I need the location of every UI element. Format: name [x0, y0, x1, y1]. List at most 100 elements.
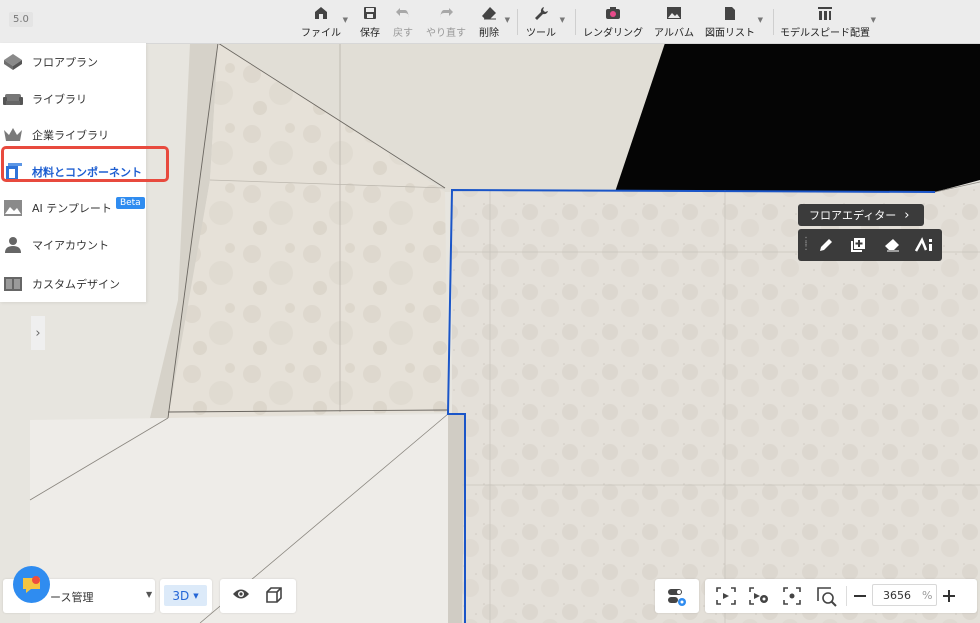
- rendering-label: レンダリング: [583, 28, 643, 39]
- chevron-right-icon: ›: [904, 207, 910, 223]
- fit-gear-icon: [749, 587, 768, 605]
- floor-editor-label: フロアエディター: [809, 209, 897, 222]
- chevron-down-icon: ▼: [193, 591, 199, 600]
- undo-button[interactable]: 戻す: [391, 0, 415, 43]
- chevron-down-icon: ▼: [559, 16, 565, 24]
- eye-icon: [233, 589, 249, 599]
- add-layer-button[interactable]: [848, 235, 868, 255]
- pencil-button[interactable]: [816, 235, 836, 255]
- tools-label: ツール: [526, 28, 556, 39]
- drawing-list-label: 図面リスト: [705, 28, 755, 39]
- cube-button[interactable]: [266, 587, 286, 605]
- home-icon: [311, 4, 331, 22]
- selection-highlight-box: [1, 146, 169, 182]
- chevron-down-icon: ▼: [342, 16, 348, 24]
- erase-button[interactable]: [882, 235, 902, 255]
- mountain-icon: [2, 197, 24, 219]
- camera-icon: [603, 4, 623, 22]
- eraser-icon: [479, 4, 499, 22]
- chat-button[interactable]: [13, 566, 50, 603]
- zoom-out-button[interactable]: [853, 587, 869, 605]
- file-label: ファイル: [301, 28, 341, 39]
- floorplan-icon: [2, 51, 24, 73]
- pencil-icon: [820, 239, 832, 251]
- fit-selection-icon: [716, 587, 736, 605]
- tools-button[interactable]: ツール ▼: [526, 0, 565, 43]
- sidebar-item-my-account[interactable]: マイアカウント: [0, 230, 146, 260]
- zoom-area-button[interactable]: [817, 587, 837, 607]
- fit-selection-button[interactable]: [716, 587, 736, 605]
- notification-dot: [32, 576, 40, 584]
- album-label: アルバム: [654, 28, 694, 39]
- display-toggle-panel: [220, 579, 296, 613]
- space-manager-label: ース管理: [50, 591, 94, 604]
- sidebar-item-label: カスタムデザイン: [32, 278, 120, 291]
- minus-icon: [854, 595, 866, 597]
- settings-panel: [655, 579, 699, 613]
- redo-button[interactable]: やり直す: [426, 0, 466, 43]
- album-button[interactable]: アルバム: [654, 0, 694, 43]
- sidebar-item-library[interactable]: ライブラリ: [0, 84, 146, 114]
- toolbar-divider: [773, 9, 774, 35]
- add-layer-icon: [851, 238, 865, 252]
- delete-label: 削除: [479, 28, 499, 39]
- sidebar-item-label: AI テンプレート: [32, 202, 112, 215]
- image-icon: [664, 4, 684, 22]
- sidebar-item-custom-design[interactable]: カスタムデザイン: [0, 269, 146, 299]
- chevron-down-icon: ▼: [757, 16, 763, 24]
- sidebar-collapse-button[interactable]: ›: [31, 316, 45, 350]
- zoom-value: 3656: [883, 588, 911, 602]
- delete-button[interactable]: 削除 ▼: [477, 0, 510, 43]
- zoom-panel-divider: [846, 586, 847, 606]
- sidebar-item-label: 企業ライブラリ: [32, 129, 109, 142]
- beta-badge: Beta: [115, 197, 145, 209]
- focus-button[interactable]: [783, 587, 803, 605]
- zoom-unit: %: [922, 588, 933, 602]
- undo-icon: [393, 4, 413, 22]
- file-button[interactable]: ファイル ▼: [301, 0, 348, 43]
- wrench-icon: [531, 4, 551, 22]
- sidebar-item-label: フロアプラン: [32, 56, 98, 69]
- model-speed-layout-button[interactable]: モデルスピード配置 ▼: [780, 0, 876, 43]
- floor-editor-button[interactable]: フロアエディター ›: [798, 204, 924, 226]
- toolbar-divider: [575, 9, 576, 35]
- view-settings-button[interactable]: [667, 587, 689, 607]
- plus-icon: [943, 590, 955, 602]
- crown-icon: [2, 124, 24, 146]
- drawing-list-button[interactable]: 図面リスト ▼: [705, 0, 763, 43]
- 3d-viewport[interactable]: [0, 0, 980, 623]
- sidebar-item-label: マイアカウント: [32, 239, 109, 252]
- sidebar-item-floorplan[interactable]: フロアプラン: [0, 47, 146, 77]
- curve-icon: [915, 237, 932, 252]
- floor-editor-toolbar: ⋮ ⋮: [798, 229, 942, 261]
- redo-icon: [436, 4, 456, 22]
- chevron-right-icon: ›: [35, 325, 41, 341]
- save-icon: [360, 4, 380, 22]
- drag-handle-icon[interactable]: ⋮ ⋮: [801, 237, 811, 252]
- zoom-input[interactable]: 3656 %: [872, 584, 937, 606]
- focus-icon: [783, 587, 801, 605]
- sidebar-item-ai-template[interactable]: AI テンプレート Beta: [0, 193, 146, 223]
- cube-icon: [266, 587, 282, 603]
- zoom-in-button[interactable]: [942, 587, 958, 605]
- toggle-settings-icon: [668, 589, 686, 606]
- eye-button[interactable]: [232, 587, 252, 605]
- zoom-area-icon: [817, 587, 837, 607]
- chat-icon: [23, 578, 40, 593]
- view-mode-dropdown[interactable]: 3D ▼: [164, 585, 207, 606]
- eraser-icon: [885, 239, 899, 252]
- chevron-down-icon: ▼: [146, 590, 153, 599]
- cabinet-icon: [2, 273, 24, 295]
- room-render: [0, 0, 980, 623]
- layout-grid-icon: [815, 4, 835, 22]
- document-icon: [720, 4, 740, 22]
- save-button[interactable]: 保存: [357, 0, 383, 43]
- sofa-icon: [2, 88, 24, 110]
- fit-settings-button[interactable]: [749, 587, 769, 605]
- toolbar-divider: [517, 9, 518, 35]
- draw-curve-button[interactable]: [914, 235, 934, 255]
- undo-label: 戻す: [393, 28, 413, 39]
- model-speed-layout-label: モデルスピード配置: [780, 28, 870, 39]
- rendering-button[interactable]: レンダリング: [583, 0, 643, 43]
- save-label: 保存: [360, 28, 380, 39]
